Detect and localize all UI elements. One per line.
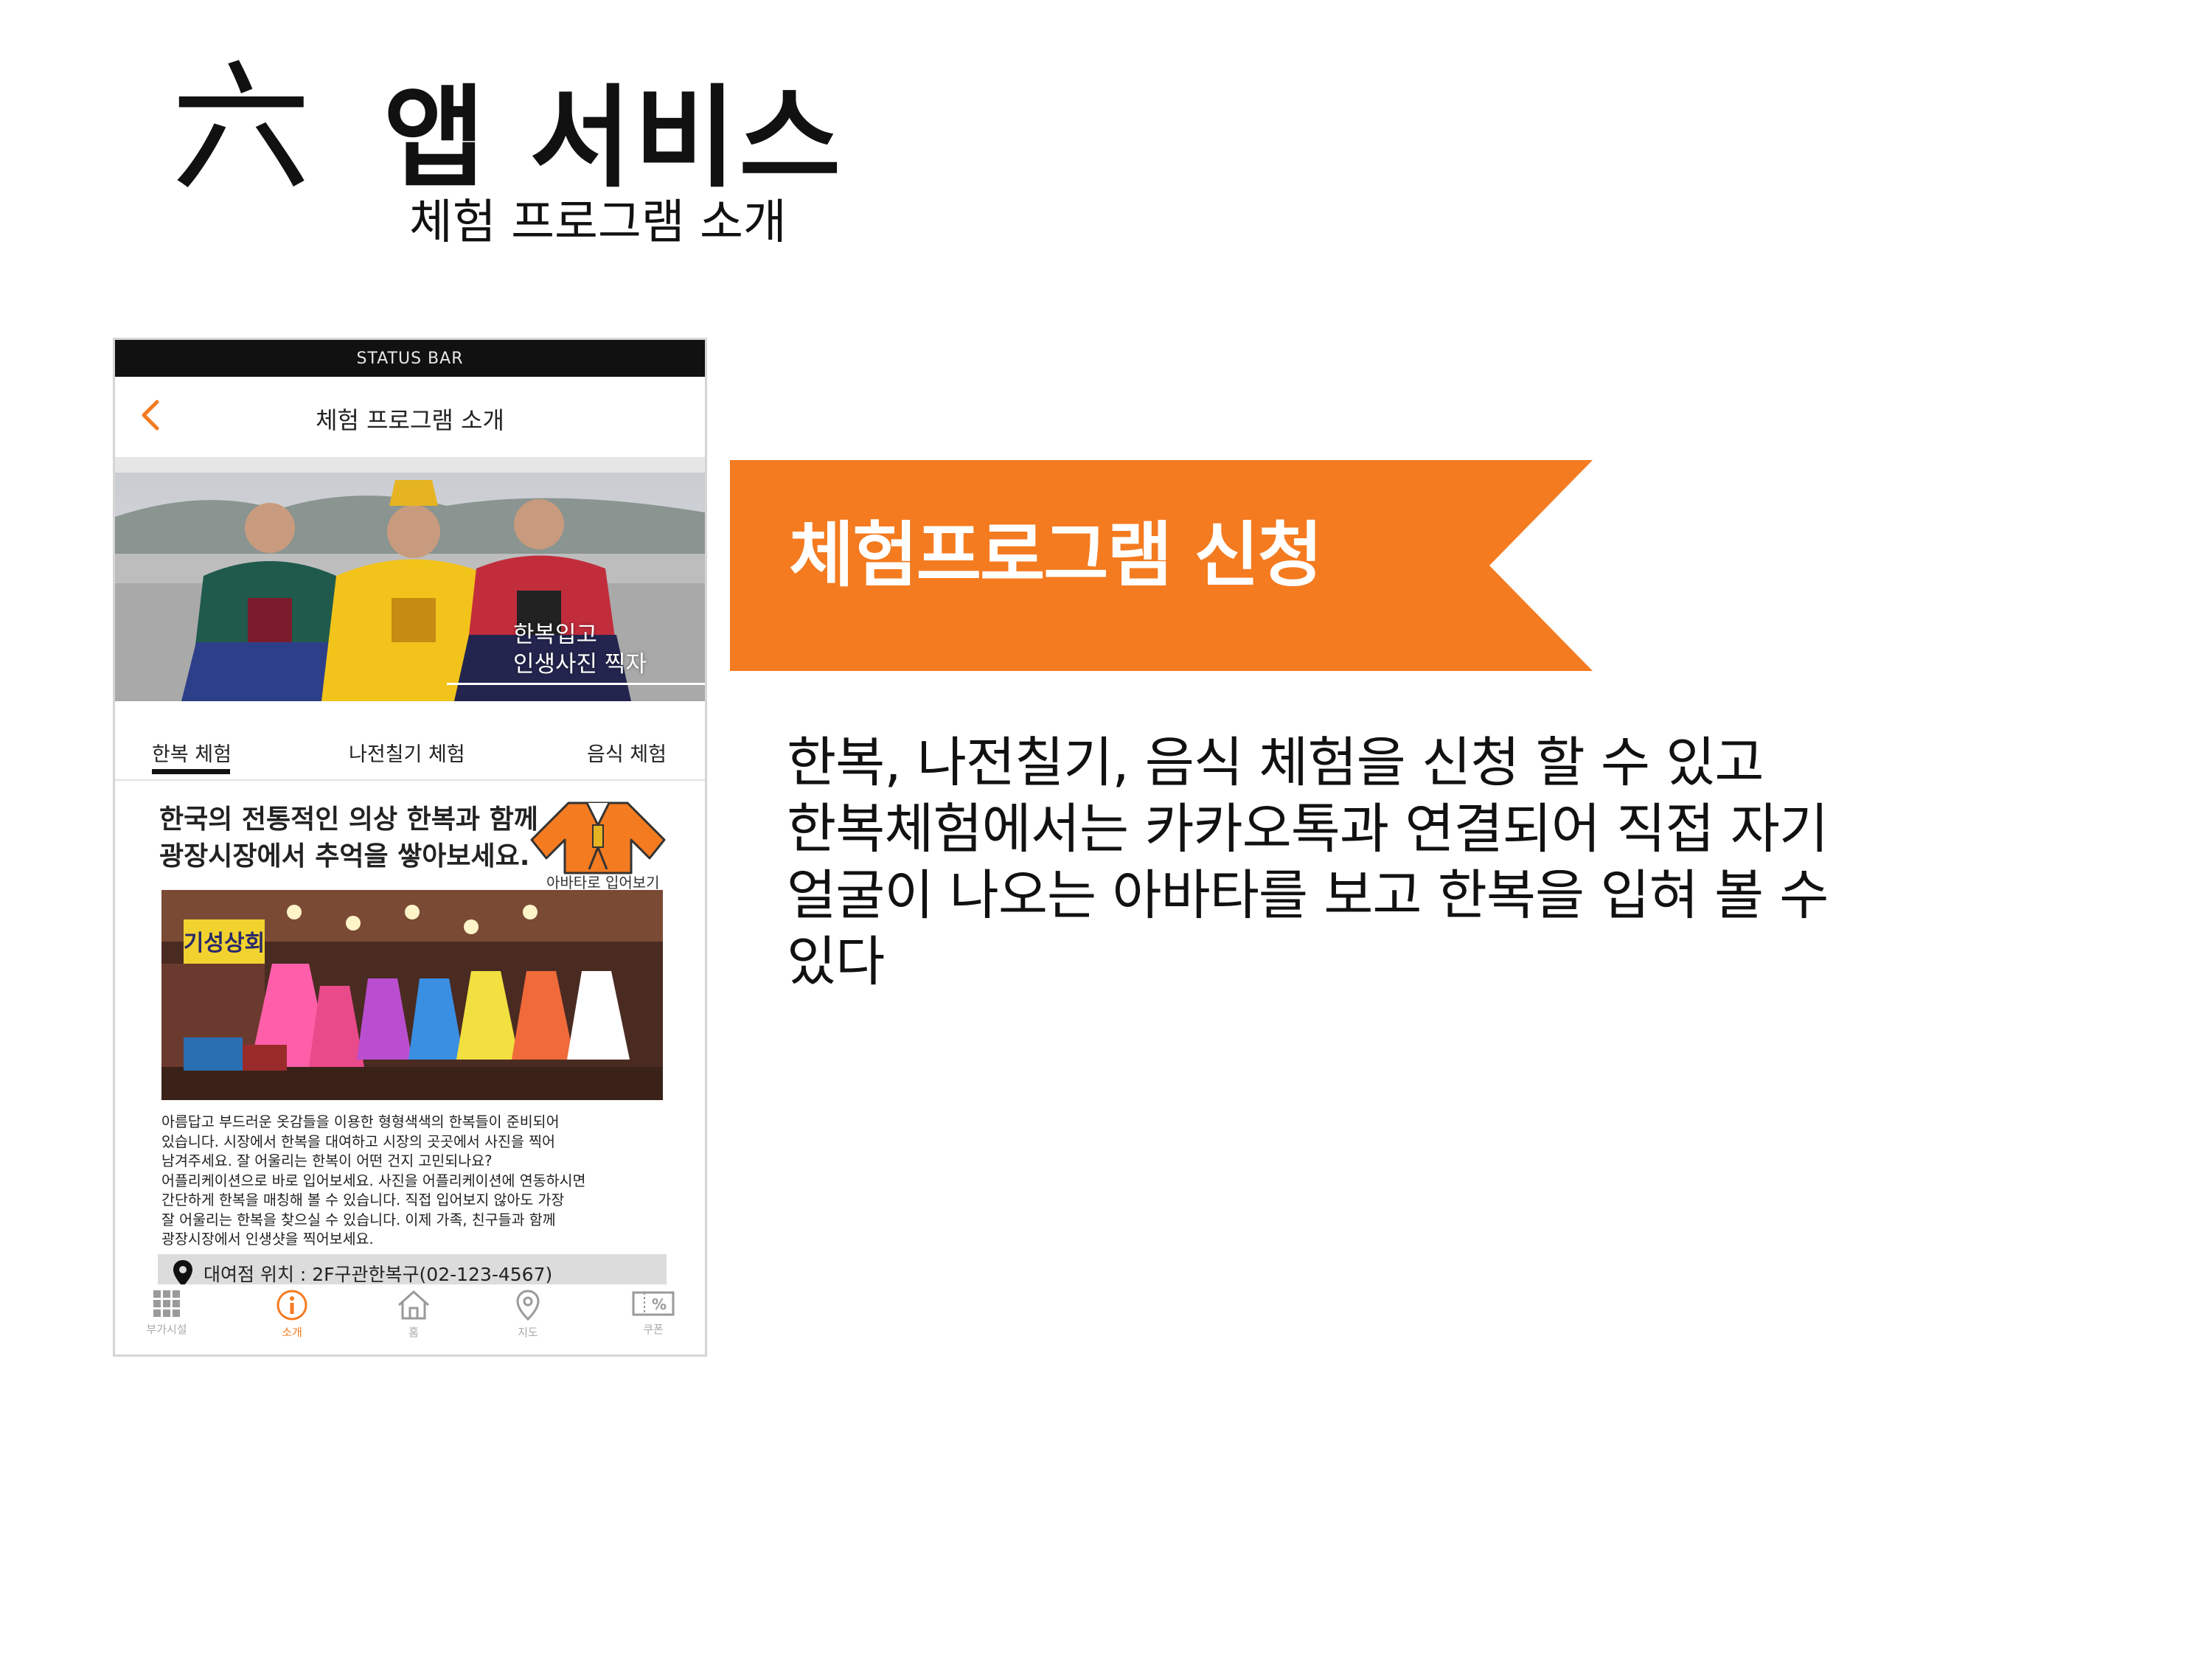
description-line: 있습니다. 시장에서 한복을 대여하고 시장의 곳곳에서 사진을 찍어 xyxy=(161,1133,555,1150)
nav-title: 체험 프로그램 소개 xyxy=(316,406,504,434)
intro-title: 한국의 전통적인 의상 한복과 함께 광장시장에서 추억을 쌓아보세요. xyxy=(159,801,538,875)
description-text: 아름답고 부드러운 옷감들을 이용한 형형색색의 한복들이 준비되어 있습니다.… xyxy=(161,1113,678,1250)
hero-caption-line: 한복입고 xyxy=(513,622,598,648)
slide-title: 앱 서비스 xyxy=(383,73,844,203)
hero-caption: 한복입고 인생사진 찍자 xyxy=(513,620,647,679)
nav-label: 소개 xyxy=(282,1326,302,1339)
description-line: 아름답고 부드러운 옷감들을 이용한 형형색색의 한복들이 준비되어 xyxy=(161,1113,560,1130)
description-line: 광장시장에서 인생샷을 찍어보세요. xyxy=(161,1231,374,1248)
ribbon-title: 체험프로그램 신청 xyxy=(789,514,1323,597)
hero-banner[interactable]: 한복입고 인생사진 찍자 xyxy=(115,473,705,701)
grid-icon xyxy=(153,1290,180,1317)
nav-label: 쿠폰 xyxy=(643,1323,664,1336)
feature-description-line: 얼굴이 나오는 아바타를 보고 한복을 입혀 볼 수 xyxy=(787,864,1829,927)
home-icon xyxy=(397,1290,430,1320)
description-line: 잘 어울리는 한복을 찾으실 수 있습니다. 이제 가족, 친구들과 함께 xyxy=(161,1211,556,1228)
feature-description-line: 한복체험에서는 카카오톡과 연결되어 직접 자기 xyxy=(787,798,1829,860)
nav-label: 부가시설 xyxy=(146,1323,187,1336)
description-line: 남겨주세요. 잘 어울리는 한복이 어떤 건지 고민되나요? xyxy=(161,1152,493,1169)
nav-label: 홈 xyxy=(408,1326,419,1339)
slide-subtitle: 체험 프로그램 소개 xyxy=(409,195,787,250)
divider-band xyxy=(115,458,705,473)
map-pin-icon xyxy=(516,1290,540,1321)
feature-description-line: 있다 xyxy=(787,931,885,993)
nav-item-coupon[interactable]: % 쿠폰 xyxy=(616,1289,690,1337)
hero-underline xyxy=(447,683,705,685)
intro-title-line: 광장시장에서 추억을 쌓아보세요. xyxy=(159,841,530,872)
nav-item-facilities[interactable]: 부가시설 xyxy=(130,1289,204,1337)
status-bar: STATUS BAR xyxy=(115,340,705,377)
tab-najeonchilgi[interactable]: 나전칠기 체험 xyxy=(349,738,465,767)
nav-item-intro[interactable]: 소개 xyxy=(255,1289,329,1340)
feature-description-line: 한복, 나전칠기, 음식 체험을 신청 할 수 있고 xyxy=(787,731,1764,794)
tab-food[interactable]: 음식 체험 xyxy=(587,738,667,767)
location-pin-icon xyxy=(173,1260,192,1287)
market-photo: 기성상회 xyxy=(161,890,663,1100)
description-line: 어플리케이션으로 바로 입어보세요. 사진을 어플리케이션에 연동하시면 xyxy=(161,1172,586,1189)
nav-bar: 체험 프로그램 소개 xyxy=(115,377,705,458)
tab-bar: 한복 체험 나전칠기 체험 음식 체험 xyxy=(115,701,705,781)
nav-item-map[interactable]: 지도 xyxy=(491,1289,565,1340)
feature-description: 한복, 나전칠기, 음식 체험을 신청 할 수 있고 한복체험에서는 카카오톡과… xyxy=(787,730,1829,995)
nav-label: 지도 xyxy=(518,1326,538,1339)
hero-caption-line: 인생사진 찍자 xyxy=(513,651,647,678)
phone-mockup: STATUS BAR 체험 프로그램 소개 한복입고 인생사진 찍자 한복 체험… xyxy=(113,338,707,1357)
shop-sign: 기성상회 xyxy=(184,931,265,956)
coupon-icon: % xyxy=(632,1291,675,1316)
info-icon xyxy=(276,1290,307,1321)
bottom-nav: 부가시설 소개 홈 지도 % 쿠폰 xyxy=(115,1284,705,1354)
avatar-label[interactable]: 아바타로 입어보기 xyxy=(546,871,660,892)
tab-hanbok[interactable]: 한복 체험 xyxy=(152,738,232,767)
tab-active-indicator xyxy=(152,769,230,774)
market-image: 기성상회 xyxy=(161,890,663,1100)
svg-text:%: % xyxy=(652,1295,667,1313)
description-line: 간단하게 한복을 매칭해 볼 수 있습니다. 직접 입어보지 않아도 가장 xyxy=(161,1192,565,1208)
hanbok-icon xyxy=(530,801,666,874)
nav-item-home[interactable]: 홈 xyxy=(377,1289,451,1340)
location-text: 대여점 위치 : 2F구관한복구(02-123-4567) xyxy=(204,1264,553,1285)
intro-title-line: 한국의 전통적인 의상 한복과 함께 xyxy=(159,804,538,835)
slide-numeral: 六 xyxy=(171,47,312,210)
